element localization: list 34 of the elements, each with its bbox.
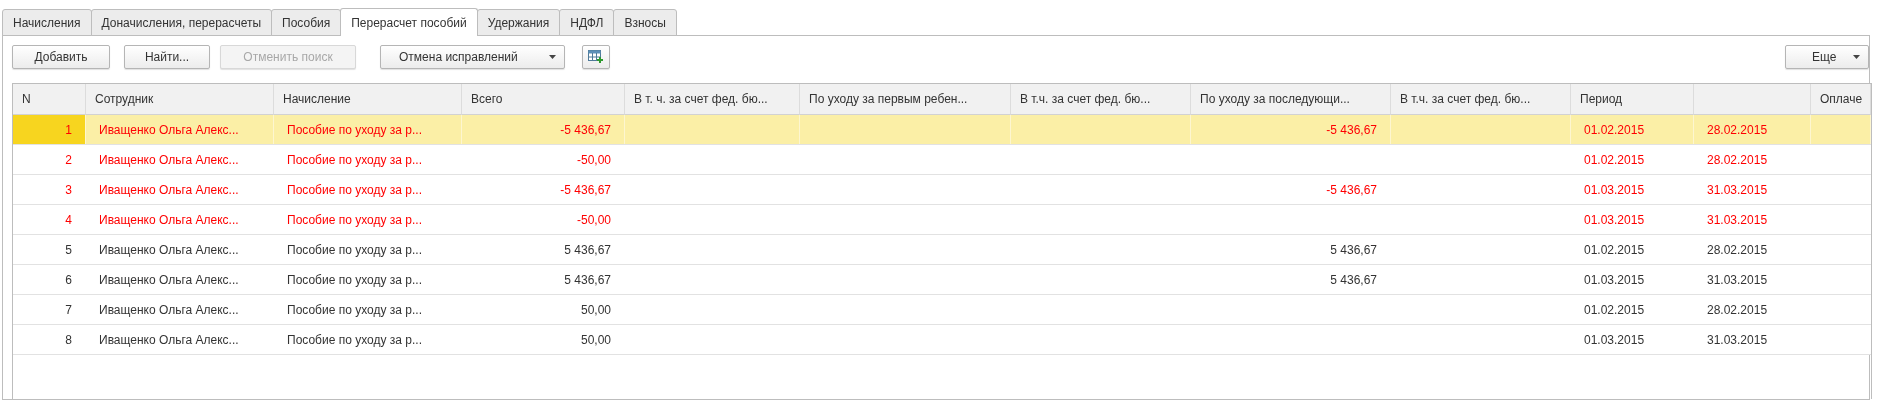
tab[interactable]: Перерасчет пособий (340, 8, 478, 36)
table-row[interactable]: 4 Иващенко Ольга Алекс... Пособие по уходу за р... -50,00 01.03.2015 31.03.2015 (13, 205, 1871, 235)
column-header[interactable]: По уходу за последующи... (1191, 84, 1391, 115)
toolbar-button[interactable]: Добавить (12, 45, 110, 69)
tab[interactable]: Доначисления, перерасчеты (90, 9, 273, 36)
column-header[interactable]: По уходу за первым ребен... (800, 84, 1011, 115)
table-row[interactable]: 7 Иващенко Ольга Алекс... Пособие по уходу за р... 50,00 01.02.2015 28.02.2015 (13, 295, 1871, 325)
column-header[interactable]: В т.ч. за счет фед. бю... (1391, 84, 1571, 115)
column-header[interactable]: Период (1571, 84, 1694, 115)
column-header[interactable]: Оплаче (1811, 84, 1871, 115)
more-button[interactable]: Еще (1785, 45, 1869, 69)
table-row[interactable]: 8 Иващенко Ольга Алекс... Пособие по уходу за р... 50,00 01.03.2015 31.03.2015 (13, 325, 1871, 355)
caret-icon (549, 55, 556, 59)
tab[interactable]: Удержания (476, 9, 561, 36)
add-table-button[interactable] (582, 45, 610, 69)
column-header[interactable]: Всего (462, 84, 625, 115)
column-header[interactable]: N (13, 84, 86, 115)
toolbar-button[interactable]: Найти... (124, 45, 210, 69)
tab[interactable]: Взносы (613, 9, 677, 36)
tab[interactable]: Пособия (271, 9, 342, 36)
column-header[interactable]: Начисление (274, 84, 462, 115)
table-row[interactable]: 6 Иващенко Ольга Алекс... Пособие по уходу за р... 5 436,67 5 436,67 01.03.2015 31.03.2015 (13, 265, 1871, 295)
add-table-icon (588, 50, 604, 64)
caret-icon (1853, 55, 1860, 59)
column-header[interactable]: Сотрудник (86, 84, 274, 115)
column-header[interactable]: В т.ч. за счет фед. бю... (1011, 84, 1191, 115)
table-cell: 1 (13, 115, 86, 144)
column-header[interactable]: В т. ч. за счет фед. бю... (625, 84, 800, 115)
table-row[interactable]: 2 Иващенко Ольга Алекс... Пособие по уходу за р... -50,00 01.02.2015 28.02.2015 (13, 145, 1871, 175)
tab[interactable]: НДФЛ (559, 9, 615, 36)
table-row[interactable]: 5 Иващенко Ольга Алекс... Пособие по уходу за р... 5 436,67 5 436,67 01.02.2015 28.02.2015 (13, 235, 1871, 265)
dropdown-button[interactable]: Отмена исправлений (380, 45, 565, 69)
table-row[interactable]: 3 Иващенко Ольга Алекс... Пособие по уходу за р... -5 436,67 -5 436,67 01.03.2015 31.03.2015 (13, 175, 1871, 205)
tab[interactable]: Начисления (2, 9, 92, 36)
